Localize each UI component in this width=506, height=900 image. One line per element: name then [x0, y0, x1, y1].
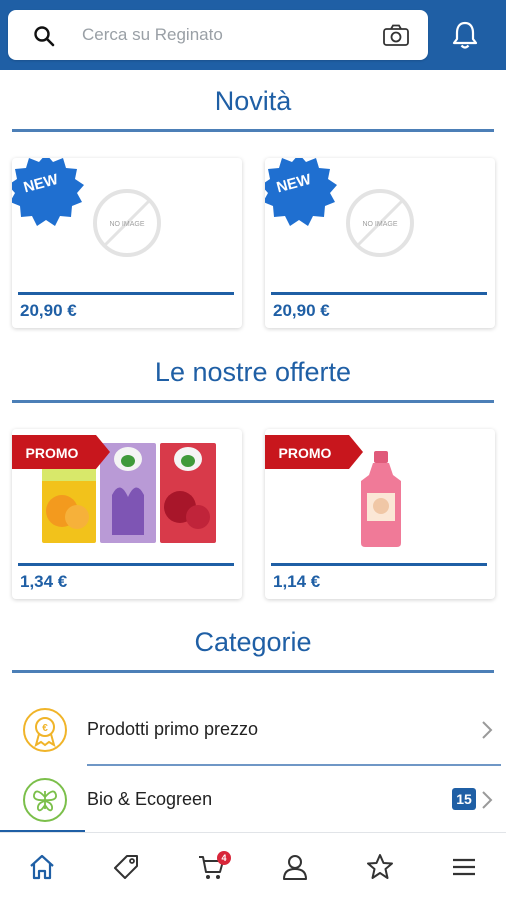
chevron-right-icon — [482, 791, 493, 809]
product-price: 1,34 € — [20, 572, 68, 591]
price-divider — [271, 563, 487, 566]
nav-menu[interactable] — [422, 833, 506, 900]
category-divider — [87, 764, 501, 766]
section-divider — [12, 400, 494, 403]
product-card[interactable]: NO IMAGE NEW 20,90 € — [265, 158, 495, 328]
user-icon[interactable] — [281, 853, 309, 881]
svg-text:PROMO: PROMO — [26, 445, 79, 461]
no-image-icon: NO IMAGE — [93, 189, 161, 257]
nav-home[interactable] — [0, 833, 84, 900]
detergent-bottle-image — [361, 451, 401, 547]
nav-cart[interactable]: 4 — [169, 833, 253, 900]
top-bar: Cerca su Reginato — [0, 0, 506, 70]
search-bar[interactable]: Cerca su Reginato — [8, 10, 428, 60]
butterfly-icon — [22, 777, 68, 823]
chevron-right-icon — [482, 721, 493, 739]
search-input[interactable]: Cerca su Reginato — [82, 25, 223, 45]
price-divider — [18, 563, 234, 566]
bottom-nav: 4 — [0, 832, 506, 900]
product-card[interactable]: PROMO 1,14 € — [265, 429, 495, 599]
price-divider — [18, 292, 234, 295]
no-image-label: NO IMAGE — [362, 221, 397, 228]
product-price: 20,90 € — [20, 301, 77, 320]
product-card[interactable]: NO IMAGE NEW 20,90 € — [12, 158, 242, 328]
product-price: 1,14 € — [273, 572, 321, 591]
category-item-bio-ecogreen[interactable]: Bio & Ecogreen 15 — [0, 767, 506, 837]
menu-icon[interactable] — [450, 853, 478, 881]
new-badge: NEW — [12, 158, 84, 226]
no-image-label: NO IMAGE — [109, 221, 144, 228]
product-price: 20,90 € — [273, 301, 330, 320]
bell-icon[interactable] — [448, 18, 482, 52]
promo-badge: PROMO — [265, 435, 363, 469]
search-icon[interactable] — [32, 24, 56, 48]
svg-text:€: € — [42, 723, 48, 734]
category-item-primo-prezzo[interactable]: € Prodotti primo prezzo — [0, 697, 506, 767]
no-image-icon: NO IMAGE — [346, 189, 414, 257]
new-badge: NEW — [265, 158, 337, 226]
price-divider — [271, 292, 487, 295]
nav-favorites[interactable] — [338, 833, 422, 900]
section-title-offerte: Le nostre offerte — [154, 357, 352, 387]
star-icon[interactable] — [366, 853, 394, 881]
tag-icon[interactable] — [112, 853, 140, 881]
section-title-categorie: Categorie — [194, 627, 312, 657]
camera-icon[interactable] — [382, 23, 410, 47]
home-icon[interactable] — [28, 853, 56, 881]
section-divider — [12, 670, 494, 673]
nav-account[interactable] — [253, 833, 337, 900]
cart-count-badge: 4 — [217, 851, 231, 865]
category-label: Prodotti primo prezzo — [87, 719, 259, 739]
svg-text:PROMO: PROMO — [279, 445, 332, 461]
coin-badge-icon: € — [22, 707, 68, 753]
product-card[interactable]: PROMO 1,34 € — [12, 429, 242, 599]
section-divider — [12, 129, 494, 132]
nav-offers[interactable] — [84, 833, 168, 900]
section-title-novita: Novità — [214, 86, 292, 116]
promo-badge: PROMO — [12, 435, 110, 469]
category-label: Bio & Ecogreen — [87, 789, 213, 809]
category-count-badge: 15 — [452, 788, 476, 810]
